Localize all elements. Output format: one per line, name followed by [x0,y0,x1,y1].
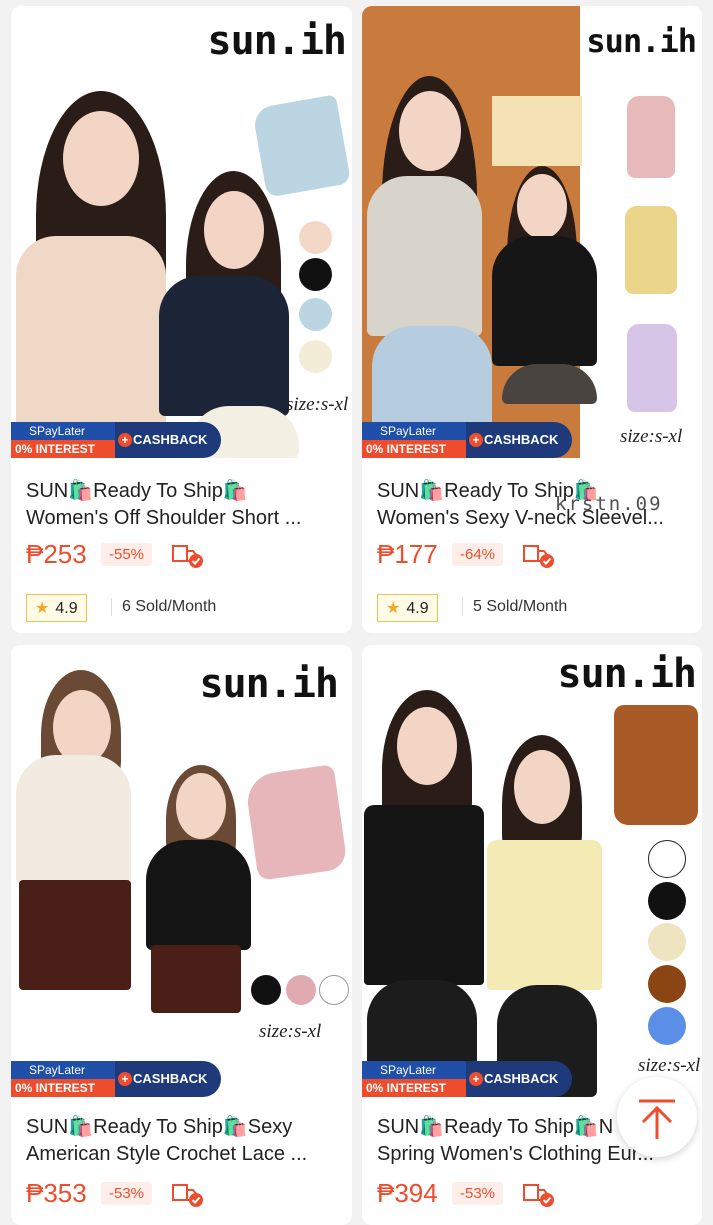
product-title[interactable]: SUN🛍️Ready To Ship🛍️ Women's Off Shoulde… [26,478,344,532]
cashback-label: + CASHBACK [115,1061,221,1097]
color-swatch [648,840,686,878]
plus-icon: + [469,1072,483,1086]
color-swatch [627,96,675,178]
color-swatch [299,221,332,254]
interest-label: 0% INTEREST [362,1079,466,1097]
color-swatch [648,1007,686,1045]
color-swatch [648,882,686,920]
color-swatch [299,340,332,373]
price: ₱177 [377,539,438,569]
rating-badge: ★ 4.9 [26,594,87,622]
size-note: size:s-xl [286,394,349,415]
product-card[interactable]: sun.ih size:s-xl SPayLater 0% INTEREST +… [362,6,702,633]
discount-badge: -53% [101,1182,153,1205]
watermark-text: krstn.09 [555,493,663,515]
interest-label: 0% INTEREST [11,440,115,458]
spaylater-label: SPayLater [11,422,115,440]
color-swatch [299,258,332,291]
plus-icon: + [469,433,483,447]
promo-banner: SPayLater 0% INTEREST + CASHBACK [11,422,221,458]
star-icon: ★ [386,600,401,617]
interest-label: 0% INTEREST [362,440,466,458]
brand-logo: sun.ih [199,661,339,707]
plus-icon: + [118,1072,132,1086]
product-image[interactable]: sun.ih size:s-xl SPayLater 0% INTEREST +… [362,6,702,458]
discount-badge: -55% [101,543,153,566]
color-swatch [286,975,316,1005]
title-line: American Style Crochet Lace ... [26,1143,308,1165]
color-swatch [625,206,677,294]
color-swatch [251,975,281,1005]
product-title[interactable]: SUN🛍️Ready To Ship🛍️Sexy American Style … [26,1114,344,1168]
sold-count: 5 Sold/Month [462,598,567,616]
discount-badge: -53% [452,1182,504,1205]
title-line: SUN🛍️Ready To Ship🛍️ [26,480,248,502]
shipping-check-icon [172,545,203,568]
spaylater-label: SPayLater [11,1061,115,1079]
size-note: size:s-xl [638,1055,701,1076]
product-image[interactable]: sun.ih size:s-xl SPayLater 0% INTEREST +… [362,645,702,1097]
color-swatch [648,923,686,961]
sold-count: 6 Sold/Month [111,598,216,616]
product-image[interactable]: sun.ih size:s-xl SPayLater 0% INTEREST +… [11,645,352,1097]
title-line: SUN🛍️Ready To Ship🛍️Sexy [26,1116,293,1138]
interest-label: 0% INTEREST [11,1079,115,1097]
promo-banner: SPayLater 0% INTEREST + CASHBACK [362,1061,572,1097]
color-swatch [627,324,677,412]
color-swatch [648,965,686,1003]
shipping-check-icon [172,1184,203,1207]
brand-logo: sun.ih [207,18,347,64]
product-grid: sun.ih size:s-xl SPayLater 0% INTEREST +… [0,0,713,1225]
price: ₱353 [26,1178,87,1208]
arrow-up-icon [639,1099,675,1139]
product-card[interactable]: sun.ih size:s-xl SPayLater 0% INTEREST +… [11,645,352,1225]
spaylater-label: SPayLater [362,422,466,440]
plus-icon: + [118,433,132,447]
shipping-check-icon [523,1184,554,1207]
size-note: size:s-xl [620,426,683,447]
cashback-label: + CASHBACK [466,1061,572,1097]
star-icon: ★ [35,600,50,617]
product-image[interactable]: sun.ih size:s-xl SPayLater 0% INTEREST +… [11,6,352,458]
size-note: size:s-xl [259,1021,322,1042]
back-to-top-button[interactable] [617,1077,697,1157]
spaylater-label: SPayLater [362,1061,466,1079]
cashback-label: + CASHBACK [466,422,572,458]
cashback-label: + CASHBACK [115,422,221,458]
price: ₱253 [26,539,87,569]
promo-banner: SPayLater 0% INTEREST + CASHBACK [11,1061,221,1097]
product-card[interactable]: sun.ih size:s-xl SPayLater 0% INTEREST +… [11,6,352,633]
promo-banner: SPayLater 0% INTEREST + CASHBACK [362,422,572,458]
price: ₱394 [377,1178,438,1208]
brand-logo: sun.ih [557,651,697,697]
color-swatch [319,975,349,1005]
shipping-check-icon [523,545,554,568]
color-swatch [299,298,332,331]
brand-logo: sun.ih [586,22,697,60]
rating-badge: ★ 4.9 [377,594,438,622]
discount-badge: -64% [452,543,504,566]
title-line: Women's Off Shoulder Short ... [26,507,302,529]
